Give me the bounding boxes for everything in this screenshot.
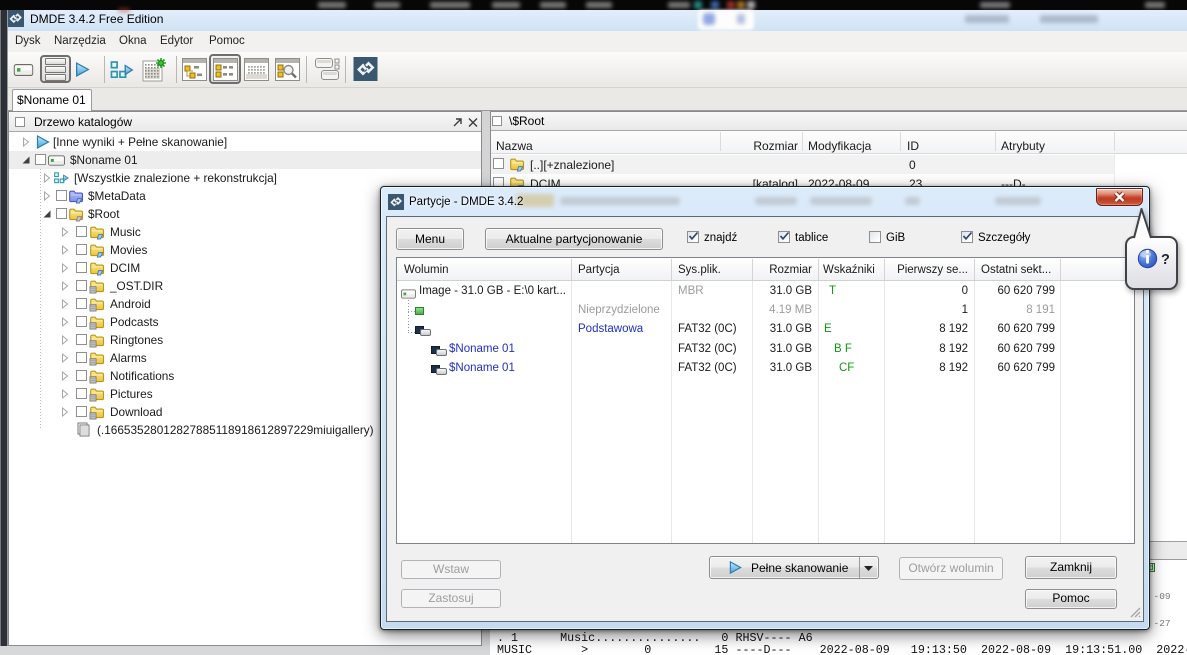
svg-text:?: ? (1161, 252, 1170, 268)
